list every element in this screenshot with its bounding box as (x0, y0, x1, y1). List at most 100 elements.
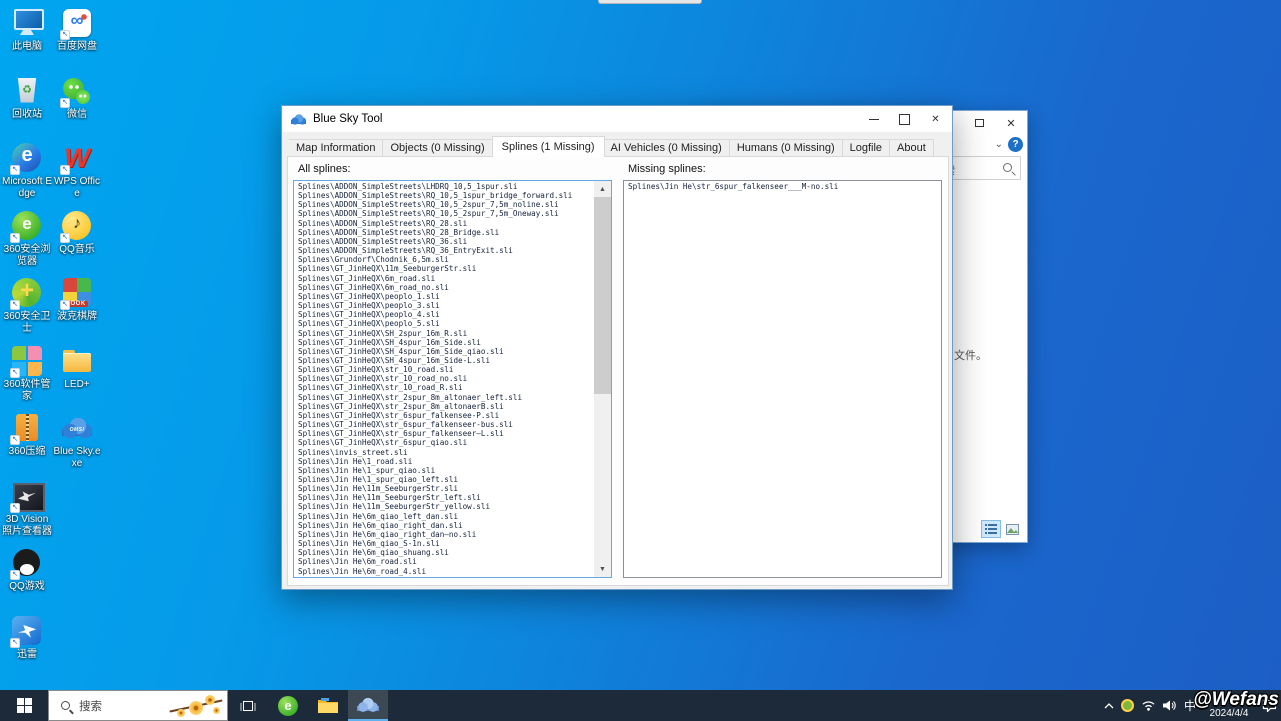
explorer-close-button[interactable]: ✕ (995, 111, 1027, 135)
missing-splines-listbox[interactable]: Splines\Jin He\str_6spur_falkenseer___M-… (623, 180, 942, 578)
tab[interactable]: AI Vehicles (0 Missing) (604, 139, 730, 157)
desktop-icon[interactable]: 微信 (52, 72, 102, 140)
desktop-icon[interactable]: 此电脑 (2, 4, 52, 72)
ribbon-collapse-icon[interactable]: ⌄ (995, 139, 1003, 150)
desktop-icon[interactable]: 回收站 (2, 72, 52, 140)
desktop-icon[interactable]: WPS Office (52, 139, 102, 207)
scroll-up-icon[interactable]: ▲ (594, 181, 611, 197)
spline-item[interactable]: Splines\GT_JinHeQX\6m_road_no.sli (295, 283, 594, 292)
desktop-icon-label: WPS Office (52, 176, 102, 200)
spline-item[interactable]: Splines\Grundorf\Chodnik_6,5m.sli (295, 255, 594, 264)
spline-item[interactable]: Splines\Jin He\6m_qiao_right_dan.sli (295, 521, 594, 530)
spline-item[interactable]: Splines\Jin He\6m_qiao_shuang.sli (295, 548, 594, 557)
desktop-icon[interactable]: 360安全浏览器 (2, 207, 52, 275)
spline-item[interactable]: Splines\ADDON_SimpleStreets\RQ_10,5_2spu… (295, 200, 594, 209)
desktop-icon[interactable]: 360压缩 (2, 409, 52, 477)
tray-expand-chevron[interactable] (1104, 703, 1114, 709)
shortcut-arrow-icon (60, 165, 70, 175)
tab[interactable]: Map Information (289, 139, 383, 157)
desktop-icon[interactable]: 360安全卫士 (2, 274, 52, 342)
spline-item[interactable]: Splines\GT_JinHeQX\SH_4spur_16m_Side-L.s… (295, 356, 594, 365)
tab[interactable]: Logfile (843, 139, 890, 157)
spline-item[interactable]: Splines\Jin He\1_spur_qiao_left.sli (295, 475, 594, 484)
spline-item[interactable]: Splines\GT_JinHeQX\peoplo_3.sli (295, 301, 594, 310)
desktop-icon[interactable]: 波克棋牌 (52, 274, 102, 342)
autohide-toolbar[interactable] (598, 0, 702, 4)
taskbar-360-browser-button[interactable]: e (268, 690, 308, 721)
explorer-maximize-button[interactable] (963, 111, 995, 135)
desktop-icon[interactable]: QQ游戏 (2, 544, 52, 612)
task-view-button[interactable] (228, 690, 268, 721)
spline-item[interactable]: Splines\Jin He\11m_SeeburgerStr_left.sli (295, 493, 594, 502)
tab[interactable]: Humans (0 Missing) (730, 139, 843, 157)
desktop-icon-label: 百度网盘 (57, 41, 97, 53)
spline-item[interactable]: Splines\GT_JinHeQX\str_10_road.sli (295, 365, 594, 374)
spline-item[interactable]: Splines\ADDON_SimpleStreets\RQ_28_Bridge… (295, 228, 594, 237)
thumbnail-view-button[interactable] (1003, 521, 1021, 537)
close-button[interactable] (920, 106, 951, 132)
spline-item[interactable]: Splines\GT_JinHeQX\str_6spur_falkenseer—… (295, 429, 594, 438)
spline-item[interactable]: Splines\GT_JinHeQX\peoplo_4.sli (295, 310, 594, 319)
details-view-button[interactable] (982, 521, 1000, 537)
spline-item[interactable]: Splines\Jin He\6m_road_4.sli (295, 567, 594, 576)
wifi-icon[interactable] (1141, 700, 1156, 711)
spline-item[interactable]: Splines\GT_JinHeQX\11m_SeeburgerStr.sli (295, 264, 594, 273)
spline-item[interactable]: Splines\GT_JinHeQX\str_2spur_8m_altonaer… (295, 402, 594, 411)
title-bar[interactable]: Blue Sky Tool (282, 106, 952, 132)
desktop-icon[interactable]: LED+ (52, 342, 102, 410)
vertical-scrollbar[interactable]: ▲ ▼ (594, 181, 611, 577)
tab[interactable]: Splines (1 Missing) (492, 136, 605, 157)
spline-item[interactable]: Splines\invis_street.sli (295, 448, 594, 457)
start-button[interactable] (0, 690, 48, 721)
spline-item[interactable]: Splines\GT_JinHeQX\str_2spur_8m_altonaer… (295, 393, 594, 402)
desktop-icon[interactable]: 百度网盘 (52, 4, 102, 72)
tray-360-icon[interactable] (1121, 699, 1134, 712)
desktop: 此电脑 回收站 Microsoft Edge 360安全浏览器 (0, 0, 1281, 721)
spline-item[interactable]: Splines\GT_JinHeQX\str_6spur_falkenseer-… (295, 420, 594, 429)
scroll-down-icon[interactable]: ▼ (594, 561, 611, 577)
spline-item[interactable]: Splines\GT_JinHeQX\str_6spur_qiao.sli (295, 438, 594, 447)
spline-item[interactable]: Splines\Jin He\1_road.sli (295, 457, 594, 466)
spline-item[interactable]: Splines\GT_JinHeQX\peoplo_5.sli (295, 319, 594, 328)
spline-item[interactable]: Splines\ADDON_SimpleStreets\RQ_10,5_1spu… (295, 191, 594, 200)
desktop-icon[interactable]: 360软件管家 (2, 342, 52, 410)
spline-item[interactable]: Splines\Jin He\6m_qiao_S-1n.sli (295, 539, 594, 548)
spline-item[interactable]: Splines\ADDON_SimpleStreets\RQ_36.sli (295, 237, 594, 246)
missing-spline-item[interactable]: Splines\Jin He\str_6spur_falkenseer___M-… (625, 182, 940, 191)
maximize-button[interactable] (889, 106, 920, 132)
spline-item[interactable]: Splines\Jin He\6m_qiao_left_dan.sli (295, 512, 594, 521)
taskbar-search-input[interactable]: 搜索 (48, 690, 228, 721)
desktop-icon[interactable]: QQ音乐 (52, 207, 102, 275)
taskbar-bluesky-button[interactable] (348, 690, 388, 721)
spline-item[interactable]: Splines\Jin He\6m_road.sli (295, 557, 594, 566)
spline-item[interactable]: Splines\GT_JinHeQX\SH_4spur_16m_Side.sli (295, 338, 594, 347)
volume-icon[interactable] (1163, 700, 1177, 711)
spline-item[interactable]: Splines\Jin He\11m_SeeburgerStr.sli (295, 484, 594, 493)
tab[interactable]: Objects (0 Missing) (383, 139, 492, 157)
spline-item[interactable]: Splines\GT_JinHeQX\SH_4spur_16m_Side_qia… (295, 347, 594, 356)
spline-item[interactable]: Splines\GT_JinHeQX\str_10_road_R.sli (295, 383, 594, 392)
spline-item[interactable]: Splines\GT_JinHeQX\SH_2spur_16m_R.sli (295, 329, 594, 338)
help-icon[interactable]: ? (1008, 137, 1023, 152)
desktop-icon[interactable]: 3D Vision 照片查看器 (2, 477, 52, 545)
spline-item[interactable]: Splines\GT_JinHeQX\str_10_road_no.sli (295, 374, 594, 383)
desktop-icon-label: 360软件管家 (2, 379, 52, 403)
spline-item[interactable]: Splines\GT_JinHeQX\peoplo_1.sli (295, 292, 594, 301)
taskbar-explorer-button[interactable] (308, 690, 348, 721)
desktop-icon[interactable]: Microsoft Edge (2, 139, 52, 207)
scrollbar-thumb[interactable] (594, 197, 611, 394)
spline-item[interactable]: Splines\ADDON_SimpleStreets\RQ_36_EntryE… (295, 246, 594, 255)
spline-item[interactable]: Splines\GT_JinHeQX\6m_road.sli (295, 274, 594, 283)
spline-item[interactable]: Splines\GT_JinHeQX\str_6spur_falkensee-P… (295, 411, 594, 420)
spline-item[interactable]: Splines\ADDON_SimpleStreets\LHDRQ_10,5_1… (295, 182, 594, 191)
minimize-button[interactable] (858, 106, 889, 132)
spline-item[interactable]: Splines\Jin He\11m_SeeburgerStr_yellow.s… (295, 502, 594, 511)
spline-item[interactable]: Splines\Jin He\1_spur_qiao.sli (295, 466, 594, 475)
spline-item[interactable]: Splines\ADDON_SimpleStreets\RQ_28.sli (295, 219, 594, 228)
tab[interactable]: About (890, 139, 934, 157)
spline-item[interactable]: Splines\Jin He\6m_qiao_right_dan—no.sli (295, 530, 594, 539)
desktop-icon[interactable]: Blue Sky.exe (52, 409, 102, 477)
desktop-icon[interactable]: 迅雷 (2, 612, 52, 680)
all-splines-listbox[interactable]: Splines\ADDON_SimpleStreets\LHDRQ_10,5_1… (293, 180, 612, 578)
spline-item[interactable]: Splines\ADDON_SimpleStreets\RQ_10,5_2spu… (295, 209, 594, 218)
